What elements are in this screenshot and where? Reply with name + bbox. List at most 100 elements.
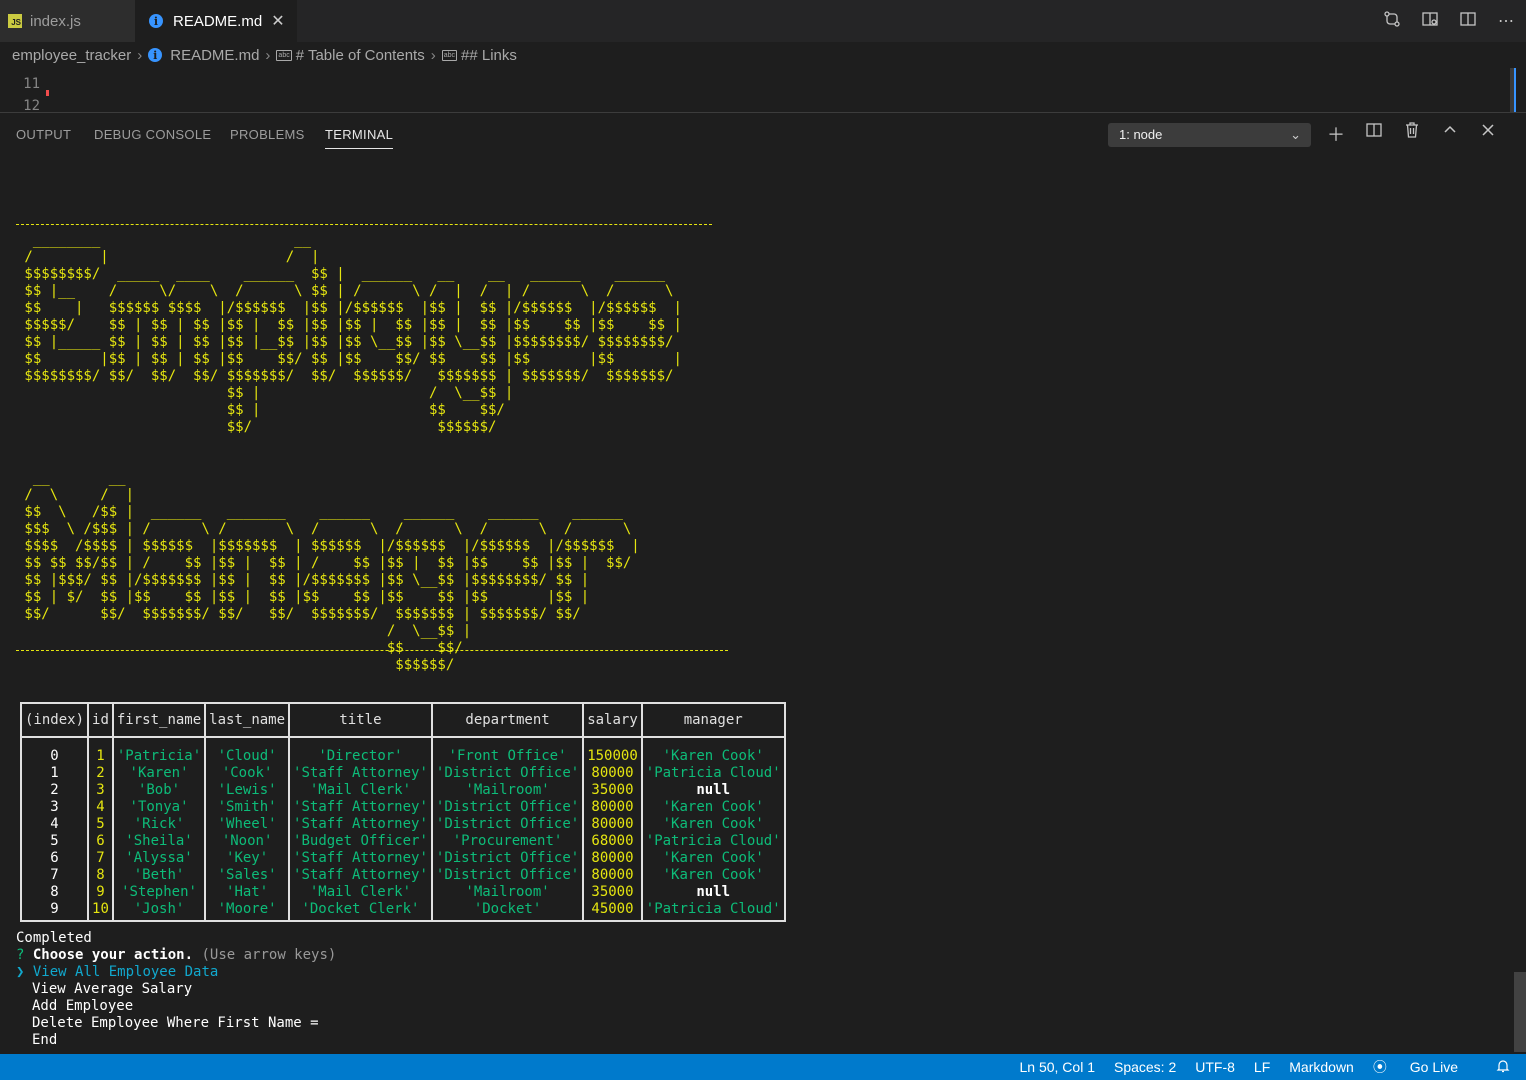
tab-readme-md[interactable]: i README.md ✕ — [135, 0, 297, 42]
ascii-art-line: $$$$$/ $$ | $$ | $$ |$$ | $$ |$$ |$$ | $… — [16, 317, 682, 333]
table-cell: 9 — [87, 884, 114, 901]
status-encoding[interactable]: UTF-8 — [1195, 1059, 1235, 1075]
choice-item[interactable]: Delete Employee Where First Name = — [32, 1015, 319, 1032]
ascii-art-line: $$ |_____ $$ | $$ | $$ |$$ |__$$ |$$ |$$… — [16, 334, 674, 350]
open-changes-icon[interactable] — [1382, 10, 1402, 33]
table-cell: 3 — [87, 782, 114, 799]
status-language[interactable]: Markdown — [1289, 1059, 1354, 1075]
status-position[interactable]: Ln 50, Col 1 — [1019, 1059, 1095, 1075]
choice-item[interactable]: View Average Salary — [32, 981, 192, 998]
string-symbol-icon: abc — [441, 49, 457, 61]
table-cell: 80000 — [582, 765, 643, 782]
split-editor-icon[interactable] — [1458, 10, 1478, 33]
terminal-scrollbar[interactable] — [1514, 972, 1526, 1052]
table-cell: 'Karen Cook' — [640, 867, 786, 884]
column-header: title — [288, 702, 433, 738]
table-cell: 4 — [19, 816, 90, 833]
tab-label: index.js — [30, 12, 81, 30]
table-cell: 'District Office' — [430, 765, 585, 782]
split-terminal-icon[interactable] — [1364, 121, 1384, 147]
column-header: (index) — [19, 702, 90, 738]
ascii-art-line: $$ \ /$$ | ______ _______ ______ ______ … — [16, 504, 623, 520]
column-header: salary — [582, 702, 643, 738]
table-cell: null — [640, 782, 786, 799]
error-marker — [46, 90, 49, 96]
close-icon[interactable] — [1478, 121, 1498, 147]
breadcrumb-folder[interactable]: employee_tracker — [12, 47, 131, 64]
table-header-row: (index) id first_name last_name title departm… — [19, 702, 786, 738]
choice-label: View All Employee Data — [32, 964, 219, 980]
plus-icon[interactable]: ＋ — [1326, 121, 1346, 147]
prompt-question: Choose your action. — [32, 947, 194, 963]
ascii-art-line: $$ $$/ — [16, 640, 463, 656]
close-icon[interactable]: ✕ — [271, 11, 284, 31]
table-row: 5 6 'Sheila' 'Noon' 'Budget Officer' 'Procure… — [19, 833, 786, 850]
table-cell: 'Staff Attorney' — [288, 867, 433, 884]
tab-index-js[interactable]: JS index.js — [0, 0, 135, 42]
ascii-art-line — [16, 453, 682, 470]
prompt-hint: (Use arrow keys) — [201, 947, 337, 963]
breadcrumb-section-links[interactable]: ## Links — [461, 47, 517, 64]
terminal-select[interactable]: 1: node ⌄ — [1108, 123, 1311, 147]
table-cell: 'Director' — [288, 737, 433, 765]
table-cell: 6 — [87, 833, 114, 850]
table-cell: 'Stephen' — [111, 884, 207, 901]
terminal-area[interactable]: ________ __ / | / | $$$$$$$$/ _____ ____… — [0, 156, 1526, 1054]
tab-problems[interactable]: PROBLEMS — [230, 127, 305, 142]
table-cell: 2 — [87, 765, 114, 782]
table-cell: 'Smith' — [204, 799, 291, 816]
ascii-art-line: $$ |$$ | $$ | $$ |$$ $$/ $$ |$$ $$/ $$ $… — [16, 351, 682, 367]
chevron-up-icon[interactable] — [1440, 121, 1460, 147]
choice-selected[interactable]: ❯ View All Employee Data — [16, 964, 218, 981]
go-live-button[interactable]: ⦿ Go Live — [1373, 1057, 1477, 1077]
table-cell: 'Karen Cook' — [640, 737, 786, 765]
table-row: 7 8 'Beth' 'Sales' 'Staff Attorney' 'District… — [19, 867, 786, 884]
more-actions-icon[interactable]: ⋯ — [1496, 11, 1516, 31]
table-cell: 80000 — [582, 799, 643, 816]
breadcrumb-section-toc[interactable]: # Table of Contents — [296, 47, 425, 64]
tab-debug-console[interactable]: DEBUG CONSOLE — [94, 127, 211, 142]
go-live-label: Go Live — [1409, 1059, 1458, 1075]
status-spaces[interactable]: Spaces: 2 — [1114, 1059, 1176, 1075]
breadcrumb-file[interactable]: README.md — [170, 47, 259, 64]
pointer-icon: ❯ — [16, 964, 25, 980]
ascii-art-line — [16, 436, 682, 453]
column-header: manager — [640, 702, 786, 738]
prompt-mark: ? — [16, 947, 25, 963]
trash-icon[interactable] — [1402, 121, 1422, 147]
status-eol[interactable]: LF — [1254, 1059, 1270, 1075]
choice-item[interactable]: End — [32, 1032, 57, 1049]
table-cell: 'Patricia Cloud' — [640, 765, 786, 782]
tab-terminal[interactable]: TERMINAL — [325, 127, 394, 149]
editor-tab-bar: JS index.js i README.md ✕ ⋯ — [0, 0, 1526, 42]
table-cell: 35000 — [582, 782, 643, 799]
table-cell: 'Procurement' — [430, 833, 585, 850]
ascii-art-banner: ________ __ / | / | $$$$$$$$/ _____ ____… — [16, 232, 682, 674]
table-cell: 'Beth' — [111, 867, 207, 884]
table-cell: 9 — [19, 901, 90, 922]
chevron-down-icon: ⌄ — [1290, 127, 1301, 142]
line-number: 11 — [23, 76, 40, 92]
info-icon: i — [148, 48, 163, 62]
table-cell: 80000 — [582, 816, 643, 833]
open-preview-icon[interactable] — [1420, 10, 1440, 33]
ascii-art-line: / | / | — [16, 249, 320, 265]
ascii-art-line: $$ |$$$/ $$ |/$$$$$$$ |$$ | $$ |/$$$$$$$… — [16, 572, 590, 588]
terminal-select-value: 1: node — [1119, 127, 1163, 142]
ascii-art-line: ________ __ — [16, 232, 312, 248]
ascii-art-line: $$$$ /$$$$ | $$$$$$ |$$$$$$$ | $$$$$$ |/… — [16, 538, 640, 554]
table-cell: 80000 — [582, 850, 643, 867]
bell-icon[interactable] — [1496, 1059, 1510, 1076]
ascii-art-line: $$/ $$$$$$/ — [16, 419, 497, 435]
table-cell: 7 — [87, 850, 114, 867]
table-cell: 'Docket Clerk' — [288, 901, 433, 922]
ascii-art-line: $$ | $/ $$ |$$ $$ |$$ | $$ |$$ $$ |$$ $$… — [16, 589, 590, 605]
table-cell: 'Karen' — [111, 765, 207, 782]
choice-item[interactable]: Add Employee — [32, 998, 133, 1015]
ascii-art-line: / \ / | — [16, 487, 135, 503]
table-cell: 8 — [87, 867, 114, 884]
tab-output[interactable]: OUTPUT — [16, 127, 71, 142]
editor-area[interactable]: 11 12 — [0, 68, 1526, 114]
chevron-right-icon: › — [430, 46, 436, 64]
table-cell: 8 — [19, 884, 90, 901]
